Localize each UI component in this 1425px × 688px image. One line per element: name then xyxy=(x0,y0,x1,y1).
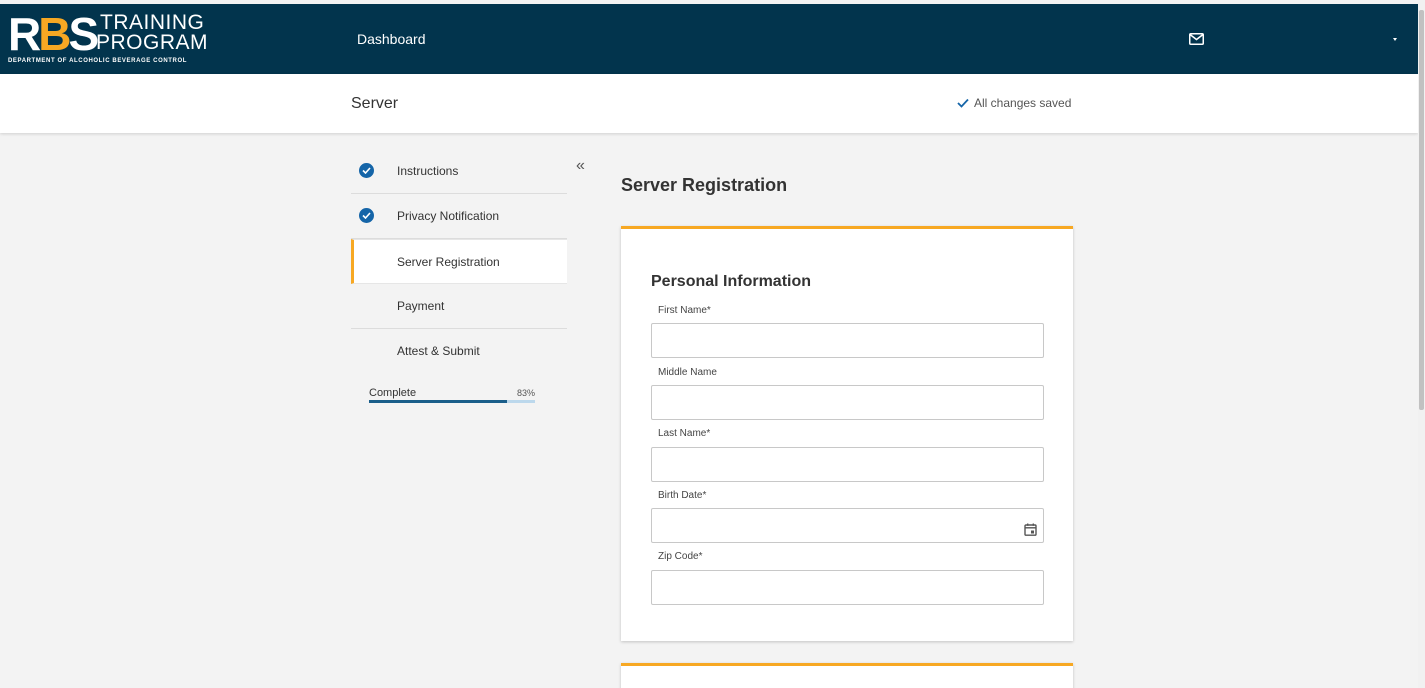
logo-department: DEPARTMENT OF ALCOHOLIC BEVERAGE CONTROL xyxy=(8,58,187,64)
nav-dashboard-link[interactable]: Dashboard xyxy=(357,31,426,47)
save-status-text: All changes saved xyxy=(974,96,1072,110)
step-server-registration[interactable]: Server Registration xyxy=(351,239,567,284)
progress-label: Complete xyxy=(369,387,417,399)
step-label: Privacy Notification xyxy=(397,209,500,223)
first-name-input[interactable] xyxy=(651,323,1044,358)
zip-code-label: Zip Code* xyxy=(658,551,703,562)
step-payment[interactable]: Payment xyxy=(351,284,567,329)
step-privacy-notification[interactable]: Privacy Notification xyxy=(351,194,567,239)
progress-percent: 83% xyxy=(516,388,535,398)
zip-code-input[interactable] xyxy=(651,570,1044,605)
progress-fill xyxy=(369,400,507,403)
step-instructions[interactable]: Instructions xyxy=(351,149,567,194)
save-status: All changes saved xyxy=(957,96,1071,110)
step-label: Payment xyxy=(397,299,445,313)
last-name-label: Last Name* xyxy=(658,428,711,439)
check-icon xyxy=(957,98,969,108)
birth-date-label: Birth Date* xyxy=(658,490,707,501)
step-label: Server Registration xyxy=(397,255,500,269)
first-name-label: First Name* xyxy=(658,305,711,316)
page-title: Server xyxy=(351,95,399,112)
middle-name-input[interactable] xyxy=(651,385,1044,420)
logo-line-1: TRAINING xyxy=(100,11,205,34)
logo-line-2: PROGRAM xyxy=(96,31,209,54)
sub-header: Server All changes saved xyxy=(0,74,1418,133)
mail-icon[interactable] xyxy=(1189,33,1204,45)
caret-down-icon[interactable] xyxy=(1391,35,1399,43)
scrollbar-thumb[interactable] xyxy=(1419,10,1424,410)
step-attest-submit[interactable]: Attest & Submit xyxy=(351,329,567,374)
birth-date-input[interactable] xyxy=(651,508,1044,543)
rbs-logo[interactable]: RBS TRAINING PROGRAM DEPARTMENT OF ALCOH… xyxy=(8,10,208,70)
next-section-card xyxy=(621,663,1073,688)
last-name-input[interactable] xyxy=(651,447,1044,482)
step-list: Instructions Privacy Notification Server… xyxy=(351,149,567,374)
step-label: Attest & Submit xyxy=(397,344,480,358)
check-circle-icon xyxy=(359,208,374,223)
main-heading: Server Registration xyxy=(621,175,788,195)
logo-letters: RBS xyxy=(8,8,99,60)
top-navbar: RBS TRAINING PROGRAM DEPARTMENT OF ALCOH… xyxy=(0,4,1418,74)
progress-track xyxy=(369,400,535,403)
personal-information-card: Personal Information First Name* Middle … xyxy=(621,226,1073,641)
section-title: Personal Information xyxy=(651,273,812,290)
check-circle-icon xyxy=(359,163,374,178)
collapse-sidebar-icon[interactable]: « xyxy=(576,158,585,174)
step-label: Instructions xyxy=(397,164,459,178)
middle-name-label: Middle Name xyxy=(658,367,717,378)
calendar-icon[interactable] xyxy=(1024,523,1037,536)
